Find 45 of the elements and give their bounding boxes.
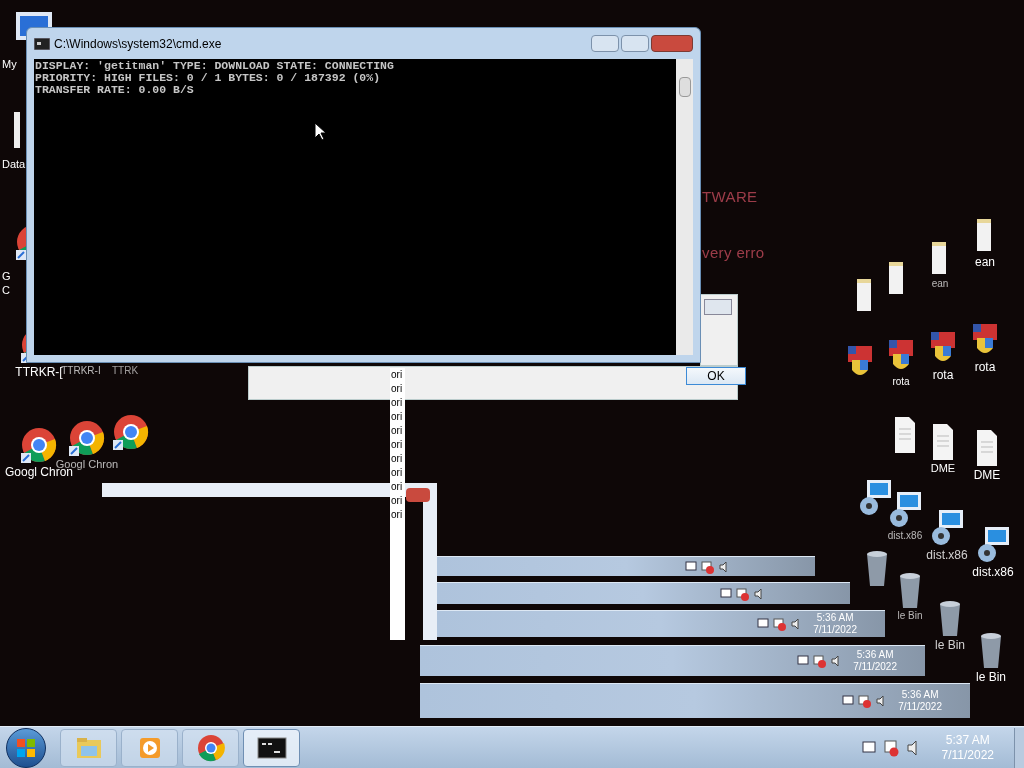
clipped-text: ori bbox=[390, 382, 403, 395]
icon-label: rota bbox=[974, 360, 996, 375]
clock-date[interactable]: 7/11/2022 bbox=[941, 747, 994, 763]
clock-time: 5:36 AM bbox=[816, 611, 854, 624]
icon-label: ean bbox=[975, 255, 995, 270]
icon-label: DME bbox=[930, 462, 956, 476]
icon-label: DME bbox=[973, 468, 1001, 483]
clipped-text: ori bbox=[390, 368, 403, 381]
console-line: PRIORITY: HIGH FILES: 0 / 1 BYTES: 0 / 187392 (0%) bbox=[35, 72, 382, 84]
clock-date: 7/11/2022 bbox=[813, 624, 857, 637]
icon-label: dist.x86 bbox=[887, 530, 923, 543]
icon-label: ean bbox=[931, 278, 949, 291]
clock-date: 7/11/2022 bbox=[898, 701, 942, 714]
clipped-text: ori bbox=[390, 424, 403, 437]
icon-label: TTRK bbox=[111, 365, 139, 378]
icon-label: TTRKR-[ bbox=[15, 365, 63, 380]
clipped-text: ori bbox=[390, 452, 403, 465]
clipped-text: ori bbox=[390, 438, 403, 451]
clipped-text: ori bbox=[390, 480, 403, 493]
icon-label: Data bbox=[2, 158, 26, 172]
icon-label: le Bin bbox=[976, 670, 1006, 685]
clipped-text: ori bbox=[390, 396, 403, 409]
ok-button[interactable]: OK bbox=[686, 367, 746, 385]
clock-date: 7/11/2022 bbox=[853, 661, 897, 674]
console-line: TRANSFER RATE: 0.00 B/S bbox=[35, 84, 195, 96]
icon-label: rota bbox=[892, 376, 910, 389]
console-line: DISPLAY: 'getitman' TYPE: DOWNLOAD STATE: CONNECTING bbox=[35, 60, 395, 72]
clipped-text: ori bbox=[390, 410, 403, 423]
icon-label: My bbox=[2, 58, 17, 72]
icon-label: le Bin bbox=[935, 638, 965, 653]
icon-label: TTRKR-I bbox=[61, 365, 101, 376]
icon-label: le Bin bbox=[897, 610, 923, 623]
clipped-text: ori bbox=[390, 466, 403, 479]
window-title: C:\Windows\system32\cmd.exe bbox=[54, 35, 223, 53]
icon-label: rota bbox=[932, 368, 954, 383]
clock-time[interactable]: 5:37 AM bbox=[945, 732, 990, 748]
icon-label: G C bbox=[2, 270, 12, 298]
clock-time: 5:36 AM bbox=[856, 648, 894, 661]
icon-label: dist.x86 bbox=[972, 565, 1014, 580]
clipped-text: ori bbox=[390, 508, 403, 521]
glitch-text: TWARE bbox=[702, 187, 758, 207]
clipped-text: ori bbox=[390, 494, 403, 507]
clock-time: 5:36 AM bbox=[901, 688, 939, 701]
icon-label: dist.x86 bbox=[926, 548, 968, 563]
glitch-text: very erro bbox=[702, 243, 765, 263]
